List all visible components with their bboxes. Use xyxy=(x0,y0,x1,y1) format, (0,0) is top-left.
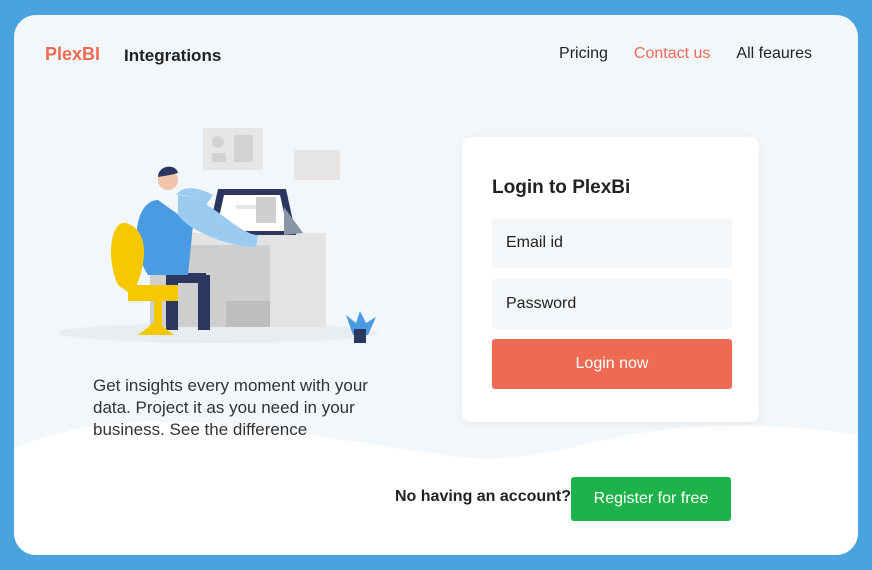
register-button[interactable]: Register for free xyxy=(571,477,731,521)
register-prompt: No having an account? xyxy=(395,488,572,505)
nav-integrations[interactable]: Integrations xyxy=(124,46,221,66)
nav-pricing[interactable]: Pricing xyxy=(559,45,608,63)
email-field-placeholder: Email id xyxy=(506,234,563,251)
nav-contact-us[interactable]: Contact us xyxy=(634,45,710,63)
brand-logo[interactable]: PlexBI xyxy=(45,44,100,65)
hero-tagline: Get insights every moment with your data… xyxy=(93,376,368,439)
password-field-placeholder: Password xyxy=(506,295,577,312)
login-title: Login to PlexBi xyxy=(492,177,631,198)
password-field[interactable]: Password xyxy=(492,279,732,329)
nav-all-features[interactable]: All feaures xyxy=(736,45,812,63)
login-button[interactable]: Login now xyxy=(492,339,732,389)
login-card: Login to PlexBi Email id Password Login … xyxy=(462,137,759,422)
app-frame: PlexBI Integrations Pricing Contact us A… xyxy=(14,15,858,555)
person-at-desk-illustration xyxy=(58,128,378,343)
email-field[interactable]: Email id xyxy=(492,218,732,268)
nav-links: Pricing Contact us All feaures xyxy=(559,45,812,63)
